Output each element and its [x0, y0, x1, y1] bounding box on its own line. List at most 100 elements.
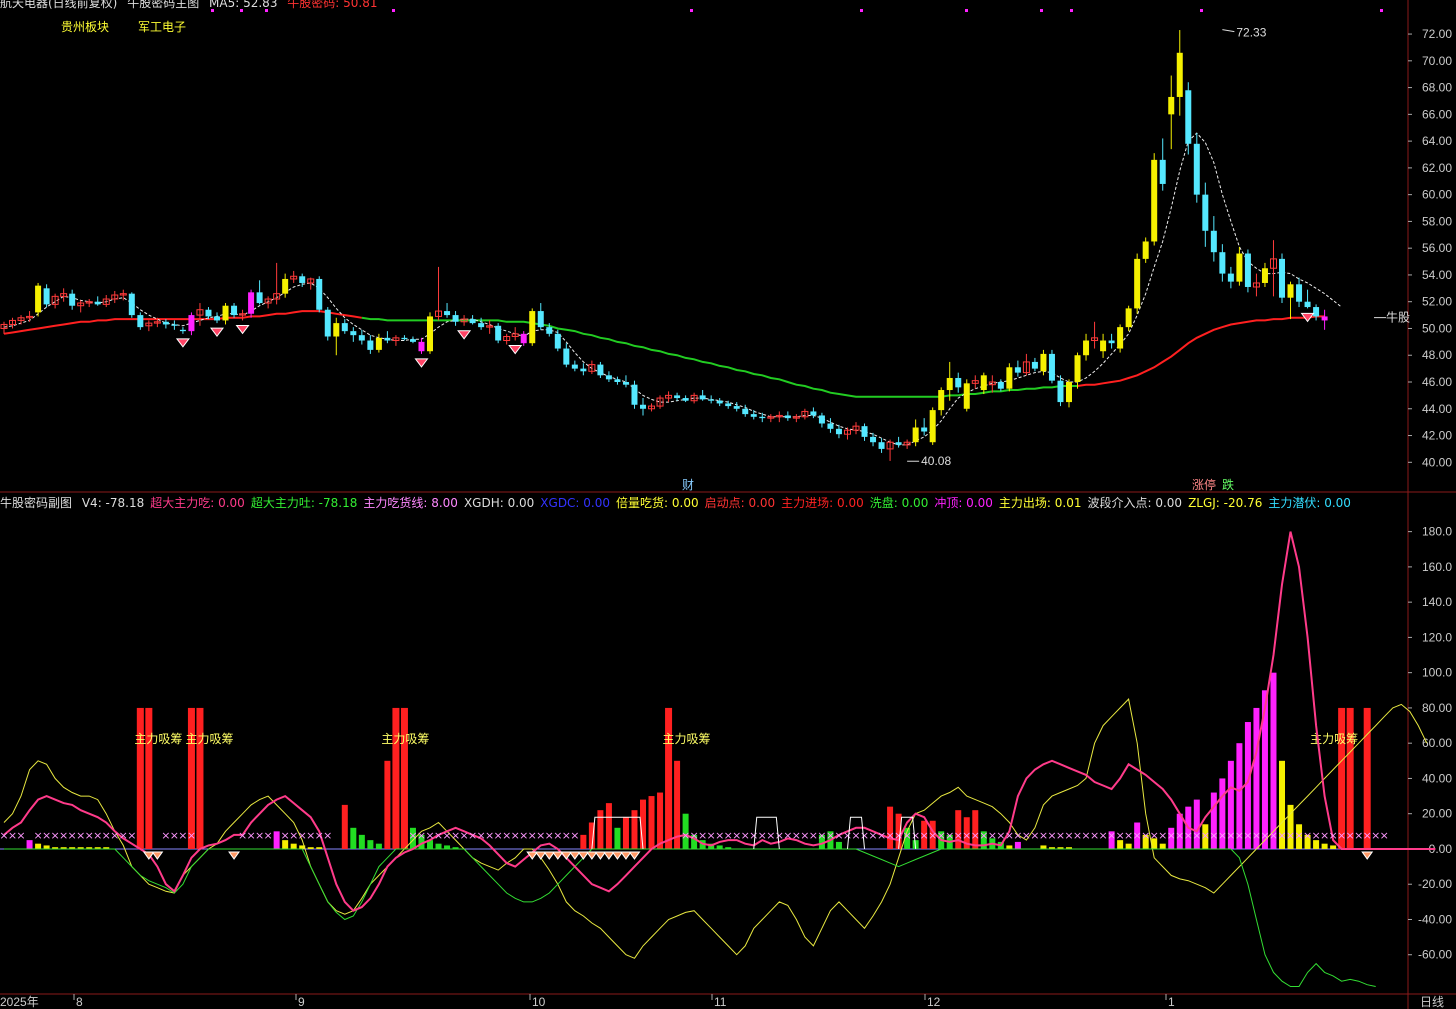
sub-bar	[835, 841, 842, 849]
candle-body	[1057, 380, 1064, 403]
cross-mark-icon: ×	[16, 829, 25, 842]
sub-bar	[665, 707, 673, 849]
signal-diamond-icon	[534, 851, 547, 860]
candle-body	[997, 382, 1004, 389]
sector-tag-2[interactable]: 军工电子	[138, 18, 186, 35]
sector-tag-1[interactable]: 贵州板块	[61, 18, 109, 35]
candle-body	[1083, 340, 1090, 356]
sub-indicator-value: V4: -78.18	[81, 496, 145, 510]
candle-body	[563, 348, 570, 365]
price-tick-label: 40.00	[1422, 455, 1452, 469]
candle-body	[742, 408, 749, 415]
signal-diamond-icon	[628, 851, 641, 860]
sub-bar	[350, 827, 357, 849]
sub-bar	[367, 840, 374, 849]
sub-bar	[614, 827, 621, 849]
sub-indicator-value: XGDH: 0.00	[463, 496, 535, 510]
price-tick-label: 54.00	[1422, 268, 1452, 282]
candle-body	[188, 315, 195, 332]
candle-body	[316, 278, 323, 310]
sub-bar	[605, 803, 612, 849]
price-tick-label: 44.00	[1422, 402, 1452, 416]
sub-tick-label: 20.00	[1422, 807, 1452, 821]
candle-body	[784, 415, 791, 419]
candle-body	[1236, 253, 1243, 282]
time-axis-label: 12	[927, 995, 941, 1009]
signal-dot	[1200, 9, 1203, 12]
time-axis-label: 1	[1168, 995, 1175, 1009]
sub-title: 牛股密码副图	[0, 496, 73, 510]
candle-body	[912, 427, 919, 443]
sub-bar	[273, 831, 280, 849]
sub-tick-label: -60.00	[1418, 948, 1452, 962]
sub-bar	[648, 796, 655, 849]
sub-bar	[43, 845, 50, 849]
price-tick-label: 46.00	[1422, 375, 1452, 389]
sub-bar	[1014, 841, 1021, 849]
candle-body	[444, 311, 451, 316]
sub-bar	[1125, 843, 1132, 849]
time-axis-label: 11	[714, 995, 727, 1009]
candle-body	[929, 410, 936, 443]
candle-body	[231, 305, 238, 316]
candle-body	[128, 293, 135, 316]
price-tick-label: 56.00	[1422, 241, 1452, 255]
sub-chart-header: 牛股密码副图 V4: -78.18 超大主力吃: 0.00 超大主力吐: -78.1…	[0, 494, 1357, 510]
sub-bar	[1253, 707, 1260, 849]
signal-diamond-icon	[577, 851, 590, 860]
candle-body	[358, 335, 365, 341]
sub-tick-label: -20.00	[1418, 877, 1452, 891]
cross-mark-icon: ×	[323, 829, 332, 842]
signal-diamond-icon	[602, 851, 615, 860]
candle-body	[597, 364, 604, 376]
cross-mark-icon: ×	[264, 829, 273, 842]
time-axis-label: 10	[532, 995, 546, 1009]
ma-line-green	[361, 316, 1078, 398]
candle-body	[946, 377, 953, 391]
accumulate-label: 主力吸筹	[134, 732, 182, 746]
time-axis-label: 2025年	[0, 995, 39, 1009]
candle-body	[938, 390, 945, 411]
ma-label: MA5: 52.83	[209, 0, 278, 10]
candle-body	[750, 414, 757, 417]
cross-mark-icon: ×	[187, 829, 196, 842]
sub-bar	[375, 843, 382, 849]
sub-bar	[1363, 707, 1371, 849]
candle-body	[1296, 284, 1303, 302]
sub-indicator-value: 倍量吃货: 0.00	[616, 496, 699, 510]
indicator-name: 牛股密码主图	[127, 0, 200, 10]
sub-tick-label: 120.0	[1422, 630, 1452, 644]
sub-bar	[187, 707, 195, 849]
signal-diamond-icon	[508, 345, 523, 355]
ma5-dashed-line	[3, 132, 1342, 446]
candle-body	[1227, 273, 1234, 282]
candle-body	[469, 319, 476, 324]
sub-tick-label: 160.0	[1422, 560, 1452, 574]
candle-body	[1006, 367, 1013, 389]
candle-body	[716, 400, 723, 404]
signal-diamond-icon	[175, 338, 190, 348]
candle-body	[708, 399, 715, 401]
sub-pink-line	[3, 531, 1436, 912]
price-tick-label: 60.00	[1422, 188, 1452, 202]
candle-body	[409, 339, 416, 342]
sub-indicator-value: 主力吃货线: 8.00	[363, 496, 458, 510]
candle-body	[333, 323, 340, 337]
sub-bar	[136, 707, 144, 849]
signal-dot	[1040, 9, 1043, 12]
candle-body	[94, 301, 101, 305]
candle-body	[367, 340, 374, 350]
sub-tick-label: 40.00	[1422, 771, 1452, 785]
candle-body	[375, 337, 382, 350]
candle-body	[699, 395, 706, 400]
high-marker-line	[1222, 29, 1235, 33]
stock-name: 航天电器(日线前复权)	[0, 0, 118, 10]
candle-body	[605, 375, 612, 380]
candle-body	[256, 292, 263, 304]
sub-bar	[384, 760, 391, 849]
candle-body	[963, 383, 970, 409]
sub-bar	[1321, 843, 1328, 849]
signal-diamond-icon	[210, 327, 224, 337]
sub-indicator-value: 超大主力吐: -78.18	[250, 496, 358, 510]
sub-bar	[631, 810, 638, 849]
